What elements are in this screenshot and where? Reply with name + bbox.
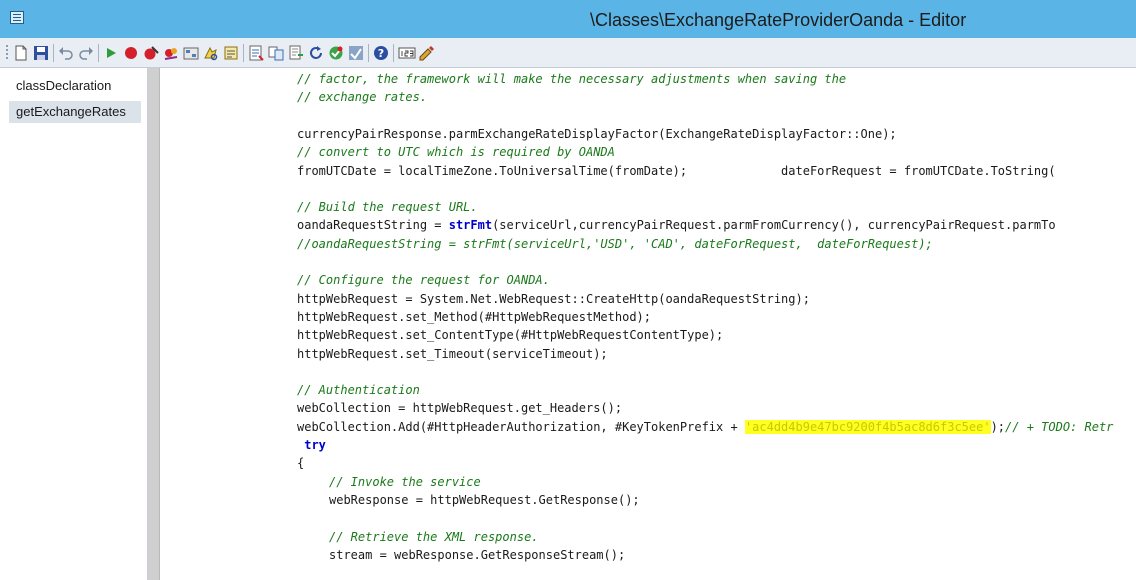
code-token: webCollection.Add(#HttpHeaderAuthorizati… — [297, 419, 745, 434]
redo-icon[interactable] — [78, 45, 94, 61]
code-token: // Authentication — [297, 383, 420, 398]
code-token: fromUTCDate = localTimeZone.ToUniversalT… — [297, 163, 1056, 178]
remove-breakpoint-icon[interactable] — [143, 45, 159, 61]
compile-icon[interactable] — [183, 45, 199, 61]
code-token: // Invoke the service — [329, 474, 481, 489]
code-token: // factor, the framework will make the n… — [297, 72, 847, 86]
code-line[interactable]: // Build the request URL. — [297, 198, 478, 216]
editor-gutter — [148, 68, 160, 580]
refresh-icon[interactable] — [308, 45, 324, 61]
disable-breakpoint-icon[interactable] — [163, 45, 179, 61]
lookup-icon[interactable] — [203, 45, 219, 61]
code-line[interactable]: fromUTCDate = localTimeZone.ToUniversalT… — [297, 162, 1056, 180]
source-control-icon[interactable] — [268, 45, 284, 61]
method-item-getexchangerates[interactable]: getExchangeRates — [9, 101, 141, 123]
code-token: oandaRequestString = — [297, 218, 449, 233]
svg-text:?: ? — [378, 47, 384, 60]
code-line[interactable]: // exchange rates. — [297, 88, 427, 106]
code-token: // Build the request URL. — [297, 200, 478, 215]
code-token: webCollection = httpWebRequest.get_Heade… — [297, 401, 623, 416]
code-line[interactable]: currencyPairResponse.parmExchangeRateDis… — [297, 125, 897, 143]
window-title: \Classes\ExchangeRateProviderOanda - Edi… — [590, 10, 967, 30]
code-line[interactable]: httpWebRequest = System.Net.WebRequest::… — [297, 290, 810, 308]
help-icon[interactable] — [348, 45, 364, 61]
code-line[interactable]: webResponse = httpWebRequest.GetResponse… — [329, 491, 640, 509]
code-line[interactable]: //oandaRequestString = strFmt(serviceUrl… — [297, 235, 933, 253]
code-token: (serviceUrl,currencyPairRequest.parmFrom… — [492, 218, 1056, 233]
run-icon[interactable] — [103, 45, 119, 61]
help-icon[interactable]: ? — [373, 45, 389, 61]
code-token: // Configure the request for OANDA. — [297, 273, 550, 288]
code-token: httpWebRequest.set_ContentType(#HttpWebR… — [297, 328, 724, 343]
code-line[interactable]: httpWebRequest.set_ContentType(#HttpWebR… — [297, 326, 723, 344]
code-line[interactable]: // Invoke the service — [329, 473, 481, 491]
best-practice-icon[interactable] — [328, 45, 344, 61]
title-bar: \Classes\ExchangeRateProviderOanda - Edi… — [0, 0, 1136, 38]
history-icon[interactable] — [288, 45, 304, 61]
code-token: // + TODO: Retr — [1005, 419, 1114, 434]
code-line[interactable]: webCollection = httpWebRequest.get_Heade… — [297, 399, 622, 417]
code-line[interactable]: // Retrieve the XML response. — [329, 528, 539, 546]
code-token: httpWebRequest = System.Net.WebRequest::… — [297, 291, 810, 306]
code-token: { — [297, 456, 305, 471]
code-token: currencyPairResponse.parmExchangeRateDis… — [297, 126, 897, 141]
code-line[interactable]: webCollection.Add(#HttpHeaderAuthorizati… — [297, 418, 1113, 436]
toolbar: ? — [0, 38, 1136, 68]
code-token: ); — [990, 419, 1006, 434]
code-token: // convert to UTC which is required by O… — [297, 145, 615, 160]
code-editor[interactable]: // factor, the framework will make the n… — [160, 68, 1136, 580]
code-line[interactable]: stream = webResponse.GetResponseStream()… — [329, 546, 625, 564]
properties-icon[interactable] — [223, 45, 239, 61]
code-line[interactable]: // factor, the framework will make the n… — [297, 70, 846, 88]
code-line[interactable]: // Authentication — [297, 381, 420, 399]
code-token: //oandaRequestString = strFmt(serviceUrl… — [297, 236, 933, 251]
code-line[interactable]: httpWebRequest.set_Method(#HttpWebReques… — [297, 308, 651, 326]
new-icon[interactable] — [13, 45, 29, 61]
code-token: // Retrieve the XML response. — [329, 529, 539, 544]
code-token: try — [297, 438, 326, 452]
method-item-classdeclaration[interactable]: classDeclaration — [9, 75, 141, 97]
code-token: httpWebRequest.set_Method(#HttpWebReques… — [297, 309, 652, 324]
code-token: webResponse = httpWebRequest.GetResponse… — [329, 492, 640, 507]
code-line[interactable]: oandaRequestString = strFmt(serviceUrl,c… — [297, 216, 1056, 234]
script-icon[interactable] — [248, 45, 264, 61]
toolbar-grip[interactable] — [6, 45, 8, 61]
code-line[interactable]: try — [297, 436, 326, 454]
line-numbers-icon[interactable] — [398, 45, 416, 61]
code-line[interactable]: // convert to UTC which is required by O… — [297, 143, 615, 161]
code-token: strFmt — [448, 218, 493, 233]
undo-icon[interactable] — [58, 45, 74, 61]
method-list: classDeclaration getExchangeRates — [0, 68, 148, 580]
code-line[interactable]: httpWebRequest.set_Timeout(serviceTimeou… — [297, 345, 608, 363]
code-line[interactable]: // Configure the request for OANDA. — [297, 271, 550, 289]
pencil-icon[interactable] — [418, 45, 434, 61]
code-token: httpWebRequest.set_Timeout(serviceTimeou… — [297, 346, 608, 361]
code-token: // exchange rates. — [297, 90, 428, 105]
breakpoint-icon[interactable] — [123, 45, 139, 61]
save-icon[interactable] — [33, 45, 49, 61]
redacted-token: 'ac4dd4b9e47bc9200f4b5ac8d6f3c5ee' — [744, 419, 991, 434]
code-token: stream = webResponse.GetResponseStream()… — [329, 547, 626, 562]
code-line[interactable]: { — [297, 454, 304, 472]
